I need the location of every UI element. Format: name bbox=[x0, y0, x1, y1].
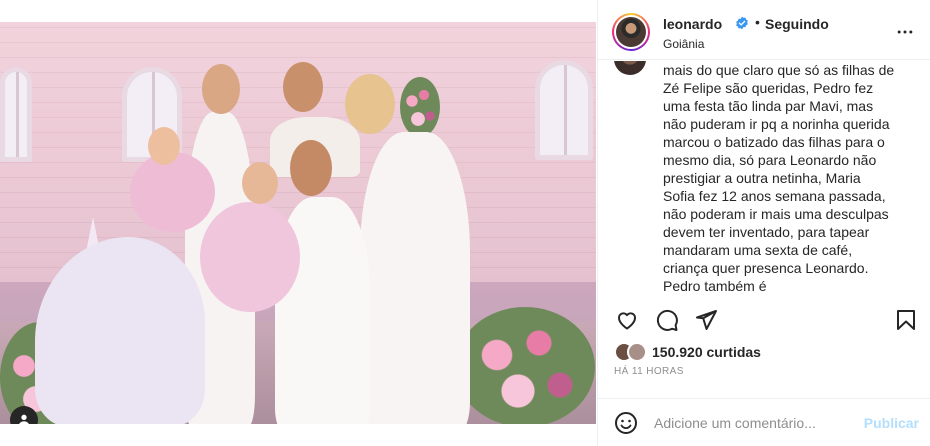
emoji-smile-icon bbox=[615, 412, 637, 434]
owner-avatar[interactable] bbox=[612, 13, 650, 51]
owner-username[interactable]: leonardo bbox=[663, 16, 722, 32]
photo-person-head bbox=[242, 162, 278, 204]
post-timestamp[interactable]: HÁ 11 HORAS bbox=[614, 366, 684, 377]
photo-person-head bbox=[290, 140, 332, 196]
photo-person-head bbox=[202, 64, 240, 114]
post-location[interactable]: Goiânia bbox=[663, 37, 704, 51]
liker-avatar bbox=[627, 342, 647, 362]
save-button[interactable] bbox=[891, 305, 921, 335]
comment-input[interactable] bbox=[654, 413, 854, 433]
comment-bubble-icon bbox=[656, 309, 678, 331]
post-side-panel: leonardo • Seguindo Goiânia mais do que … bbox=[597, 0, 930, 446]
commenter-avatar[interactable] bbox=[614, 61, 646, 75]
comment-button[interactable] bbox=[652, 305, 682, 335]
paper-plane-icon bbox=[696, 310, 717, 330]
photo-person bbox=[130, 152, 215, 232]
user-tag-icon bbox=[19, 414, 29, 424]
comments-section[interactable]: mais do que claro que só as filhas de Zé… bbox=[598, 61, 930, 295]
instagram-post-view: leonardo • Seguindo Goiânia mais do que … bbox=[0, 0, 930, 446]
photo-flower-arrangement bbox=[455, 307, 595, 424]
follow-status-button[interactable]: Seguindo bbox=[765, 16, 829, 32]
owner-avatar-image bbox=[616, 17, 646, 47]
add-comment-bar: Publicar bbox=[598, 398, 930, 446]
liker-avatars bbox=[614, 342, 650, 362]
comment-text: mais do que claro que só as filhas de Zé… bbox=[663, 62, 895, 294]
photo-flower-arrangement bbox=[400, 77, 440, 137]
photo-window-right bbox=[535, 60, 593, 160]
publish-button[interactable]: Publicar bbox=[864, 415, 919, 431]
emoji-button[interactable] bbox=[614, 411, 638, 435]
verified-badge-icon bbox=[736, 16, 748, 30]
photo-person-head bbox=[283, 62, 323, 112]
post-header: leonardo • Seguindo Goiânia bbox=[598, 0, 930, 60]
likes-summary[interactable]: 150.920 curtidas bbox=[614, 342, 914, 362]
share-button[interactable] bbox=[691, 305, 721, 335]
photo-person-head bbox=[148, 127, 180, 165]
likes-label: curtidas bbox=[706, 344, 761, 360]
more-options-button[interactable] bbox=[895, 22, 915, 42]
post-photo[interactable] bbox=[0, 22, 596, 424]
post-actions-bar bbox=[598, 305, 930, 341]
photo-window-left bbox=[0, 67, 32, 162]
more-options-icon bbox=[897, 30, 913, 34]
photo-person-head bbox=[345, 74, 395, 134]
heart-icon bbox=[618, 312, 636, 330]
header-separator: • bbox=[755, 14, 760, 30]
bookmark-icon bbox=[897, 310, 915, 330]
likes-count: 150.920 bbox=[652, 344, 703, 360]
photo-person bbox=[200, 202, 300, 312]
photo-person bbox=[360, 132, 470, 424]
like-button[interactable] bbox=[612, 305, 642, 335]
